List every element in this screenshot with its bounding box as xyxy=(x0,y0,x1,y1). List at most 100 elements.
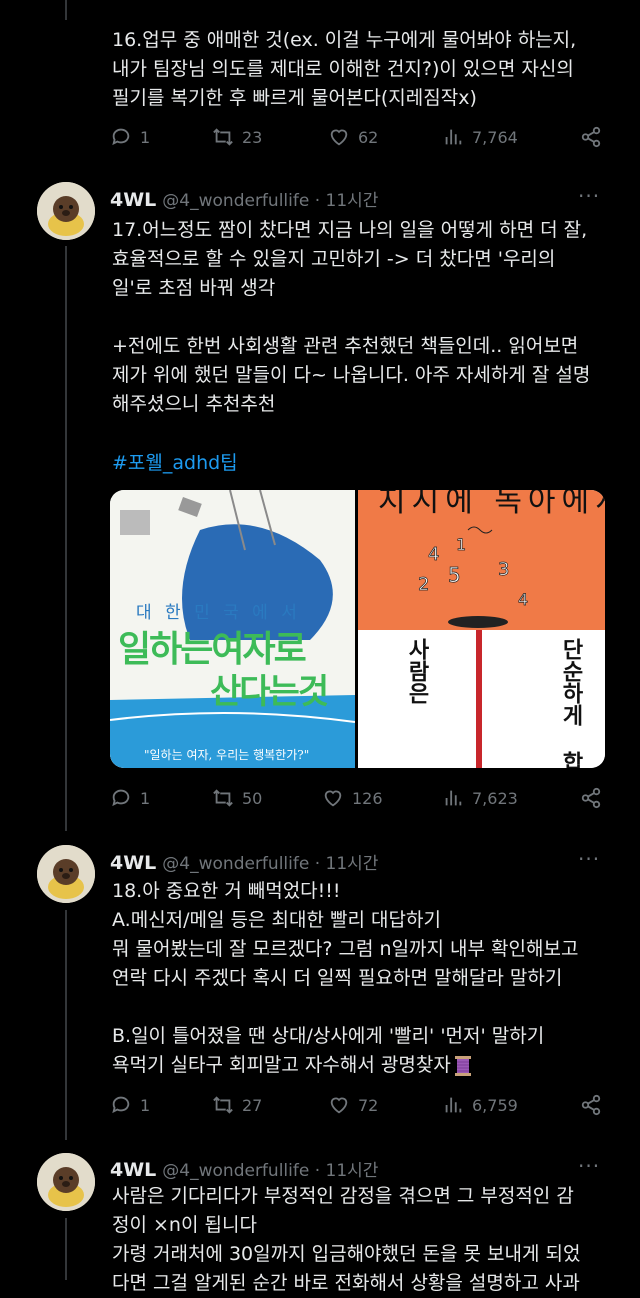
tweet-text-line: 가령 거래처에 30일까지 입금해야했던 돈을 못 보내게 되었 xyxy=(112,1243,581,1265)
share-icon xyxy=(581,1094,601,1116)
tweet19-header: 4WL @4_wonderfullife · 11시간 xyxy=(110,1156,378,1181)
book2-vertical-text-left: 사람은 xyxy=(404,638,429,704)
tweet19-text: 사람은 기다리다가 부정적인 감정을 겪으면 그 부정적인 감 정이 ×n이 됩… xyxy=(112,1182,581,1298)
retweet-icon xyxy=(213,789,233,807)
tweet-text-line: 필기를 복기한 후 빠르게 물어본다(지레짐작x) xyxy=(112,87,477,109)
dog-avatar-icon xyxy=(37,1153,95,1211)
analytics-icon xyxy=(445,129,462,145)
retweet-count: 23 xyxy=(242,127,263,147)
like-count: 126 xyxy=(352,788,383,808)
tweet-media[interactable]: 대 한 민 국 에 서 일하는여자로 산다는것 "일하는 여자, 우리는 행복한… xyxy=(110,490,605,768)
share-icon xyxy=(581,126,601,148)
tweet18-actions: 1 27 72 6,759 xyxy=(110,1094,610,1122)
thread-spool-emoji-icon xyxy=(454,1055,471,1076)
tweet-text-line: 해주셨으니 추천추천 xyxy=(112,393,276,415)
view-count: 7,764 xyxy=(472,127,518,147)
tweet-text-line xyxy=(112,303,590,332)
tweet-text-line: 뭐 물어봤는데 잘 모르겠다? 그럼 n일까지 내부 확인해보고 xyxy=(112,938,579,960)
heart-icon xyxy=(330,129,348,146)
book-cover-1[interactable]: 대 한 민 국 에 서 일하는여자로 산다는것 "일하는 여자, 우리는 행복한… xyxy=(110,490,355,768)
more-options-button[interactable]: ··· xyxy=(578,1154,600,1178)
like-button[interactable]: 72 xyxy=(328,1094,378,1116)
numbers-illustration: 4 1 2 5 3 4 xyxy=(418,526,529,628)
tweet-text-line: A.메신저/메일 등은 최대한 빨리 대답하기 xyxy=(112,909,441,931)
svg-text:4: 4 xyxy=(428,544,439,565)
like-button[interactable]: 62 xyxy=(328,126,378,148)
share-button[interactable] xyxy=(580,1094,602,1116)
views-button[interactable]: 7,623 xyxy=(442,787,518,809)
tweet-text-line: 욕먹기 실타구 회피말고 자수해서 광명찾자 xyxy=(112,1054,451,1076)
tweet-text-line: +전에도 한번 사회생활 관련 추천했던 책들인데.. 읽어보면 xyxy=(112,335,579,357)
svg-text:5: 5 xyxy=(448,563,461,587)
tweet16-actions: 1 23 62 7,764 xyxy=(110,126,610,154)
reply-icon xyxy=(112,128,130,146)
handle-and-time[interactable]: @4_wonderfullife · 11시간 xyxy=(162,849,378,874)
tweet-text-line: B.일이 틀어졌을 땐 상대/상사에게 '빨리' '먼저' 말하기 xyxy=(112,1025,545,1047)
tweet-text-line: 정이 ×n이 됩니다 xyxy=(112,1214,257,1236)
reply-button[interactable]: 1 xyxy=(110,1094,150,1116)
like-count: 72 xyxy=(358,1095,379,1115)
reply-count: 1 xyxy=(140,1095,151,1115)
views-button[interactable]: 6,759 xyxy=(442,1094,518,1116)
book-cover-2[interactable]: 지시에 녹아에서 4 1 2 5 3 4 사람은 단순하게 합니 xyxy=(358,490,605,768)
svg-text:1: 1 xyxy=(456,535,466,554)
avatar[interactable] xyxy=(37,845,95,903)
retweet-button[interactable]: 50 xyxy=(212,787,262,809)
display-name[interactable]: 4WL xyxy=(110,189,156,211)
tweet-text-line: 효율적으로 할 수 있을지 고민하기 -> 더 찼다면 '우리의 xyxy=(112,248,556,270)
svg-text:3: 3 xyxy=(498,559,509,580)
thread-line xyxy=(65,0,67,20)
reply-button[interactable]: 1 xyxy=(110,787,150,809)
retweet-button[interactable]: 27 xyxy=(212,1094,262,1116)
tweet-text-line: 연락 다시 주겠다 혹시 더 일찍 필요하면 말해달라 말하기 xyxy=(112,967,563,989)
analytics-icon xyxy=(445,1097,462,1113)
tweet18-text: 18.아 중요한 거 빼먹었다!!! A.메신저/메일 등은 최대한 빨리 대답… xyxy=(112,877,578,1080)
avatar[interactable] xyxy=(37,182,95,240)
dog-avatar-icon xyxy=(37,845,95,903)
display-name[interactable]: 4WL xyxy=(110,852,156,874)
reply-icon xyxy=(112,1096,130,1114)
analytics-icon xyxy=(445,790,462,806)
retweet-count: 27 xyxy=(242,1095,263,1115)
reply-icon xyxy=(112,789,130,807)
tweet-text-line: 제가 위에 했던 말들이 다~ 나옵니다. 아주 자세하게 잘 설명 xyxy=(112,364,591,386)
reply-count: 1 xyxy=(140,127,151,147)
view-count: 7,623 xyxy=(472,788,518,808)
display-name[interactable]: 4WL xyxy=(110,1159,156,1181)
tweet-text-line: 일'로 초점 바꿔 생각 xyxy=(112,277,276,299)
tweet17-actions: 1 50 126 7,623 xyxy=(110,787,610,815)
like-count: 62 xyxy=(358,127,379,147)
heart-icon xyxy=(324,790,342,807)
share-button[interactable] xyxy=(580,787,602,809)
view-count: 6,759 xyxy=(472,1095,518,1115)
retweet-icon xyxy=(213,1096,233,1114)
tweet-text-line: 다면 그걸 알게된 순간 바로 전화해서 상황을 설명하고 사과 xyxy=(112,1272,580,1294)
hashtag-link[interactable]: #포웰_adhd팁 xyxy=(112,448,238,475)
tweet16-text: 16.업무 중 애매한 것(ex. 이걸 누구에게 물어봐야 하는지, 내가 팀… xyxy=(112,26,576,113)
more-options-button[interactable]: ··· xyxy=(578,184,600,208)
tweet18-header: 4WL @4_wonderfullife · 11시간 xyxy=(110,849,378,874)
retweet-icon xyxy=(213,128,233,146)
share-button[interactable] xyxy=(580,126,602,148)
tweet-text-line: 16.업무 중 애매한 것(ex. 이걸 누구에게 물어봐야 하는지, xyxy=(112,29,577,51)
tweet-text-line: 18.아 중요한 거 빼먹었다!!! xyxy=(112,880,341,902)
views-button[interactable]: 7,764 xyxy=(442,126,518,148)
book1-title-line2: 산다는것 xyxy=(210,672,329,712)
reply-button[interactable]: 1 xyxy=(110,126,150,148)
retweet-button[interactable]: 23 xyxy=(212,126,262,148)
tweet-text-line xyxy=(112,993,578,1022)
handle-and-time[interactable]: @4_wonderfullife · 11시간 xyxy=(162,1156,378,1181)
thread-line xyxy=(65,910,67,1140)
svg-text:2: 2 xyxy=(418,574,429,595)
retweet-count: 50 xyxy=(242,788,263,808)
like-button[interactable]: 126 xyxy=(322,787,383,809)
dog-avatar-icon xyxy=(37,182,95,240)
svg-text:4: 4 xyxy=(518,590,528,609)
thread-line xyxy=(65,1218,67,1280)
book2-title-top: 지시에 녹아에서 xyxy=(378,490,605,519)
avatar[interactable] xyxy=(37,1153,95,1211)
handle-and-time[interactable]: @4_wonderfullife · 11시간 xyxy=(162,186,378,211)
more-options-button[interactable]: ··· xyxy=(578,847,600,871)
tweet-text-line: 사람은 기다리다가 부정적인 감정을 겪으면 그 부정적인 감 xyxy=(112,1185,574,1207)
reply-count: 1 xyxy=(140,788,151,808)
